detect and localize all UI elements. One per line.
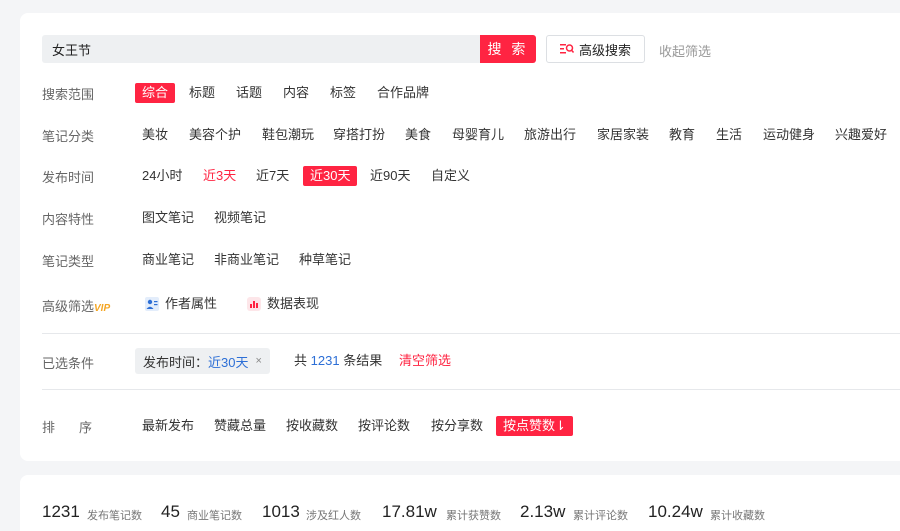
stat-label: 累计获赞数 (446, 510, 501, 522)
scope-option-brand[interactable]: 合作品牌 (377, 83, 429, 103)
stat-value: 2.13w (520, 502, 566, 521)
scope-option-content[interactable]: 内容 (283, 83, 309, 103)
time-option-custom[interactable]: 自定义 (431, 166, 470, 186)
category-option[interactable]: 美食 (405, 125, 431, 145)
stat-label: 商业笔记数 (187, 510, 242, 522)
type-label: 笔记类型 (42, 254, 95, 269)
stat-value: 1231 (42, 502, 80, 521)
advanced-search-button[interactable]: 高级搜索 (546, 35, 645, 63)
type-option-seeding[interactable]: 种草笔记 (299, 250, 351, 270)
scope-option-title[interactable]: 标题 (189, 83, 215, 103)
time-option-24h[interactable]: 24小时 (142, 166, 182, 186)
sort-label: 排序 (42, 417, 92, 436)
result-suffix: 条结果 (343, 353, 383, 368)
sort-option-total[interactable]: 赞藏总量 (214, 416, 266, 436)
selected-chip-time: 发布时间： 近30天 × (135, 348, 270, 374)
stat-label: 涉及红人数 (306, 510, 361, 522)
time-option-90d[interactable]: 近90天 (370, 166, 410, 186)
content-option-image[interactable]: 图文笔记 (142, 208, 194, 228)
scope-label: 搜索范围 (42, 87, 95, 102)
type-option-commercial[interactable]: 商业笔记 (142, 250, 194, 270)
category-option[interactable]: 美妆 (142, 125, 168, 145)
time-option-30d[interactable]: 近30天 (303, 166, 358, 186)
category-option[interactable]: 教育 (669, 125, 695, 145)
category-option[interactable]: 生活 (716, 125, 742, 145)
scope-option-all[interactable]: 综合 (135, 83, 176, 103)
author-attribute-filter[interactable]: 作者属性 (145, 294, 217, 314)
category-option[interactable]: 旅游出行 (524, 125, 576, 145)
divider (42, 389, 900, 390)
data-performance-filter[interactable]: 数据表现 (247, 294, 319, 314)
time-label: 发布时间 (42, 170, 95, 185)
category-option[interactable]: 母婴育儿 (452, 125, 504, 145)
chip-close-icon[interactable]: × (255, 355, 261, 367)
divider (42, 333, 900, 334)
stat-value: 45 (161, 502, 180, 521)
time-option-7d[interactable]: 近7天 (256, 166, 289, 186)
category-option[interactable]: 穿搭打扮 (333, 125, 385, 145)
category-option[interactable]: 美容个护 (189, 125, 241, 145)
result-number: 1231 (310, 353, 340, 368)
vip-badge: VIP (94, 303, 111, 314)
sort-option-collect[interactable]: 按收藏数 (286, 416, 338, 436)
advanced-filter-text: 高级筛选 (42, 299, 95, 314)
category-option[interactable]: 运动健身 (763, 125, 815, 145)
search-button[interactable]: 搜 索 (480, 35, 536, 63)
scope-option-topic[interactable]: 话题 (236, 83, 262, 103)
category-option[interactable]: 家居家装 (597, 125, 649, 145)
category-option[interactable]: 兴趣爱好 (835, 125, 887, 145)
category-label: 笔记分类 (42, 129, 95, 144)
type-option-noncommercial[interactable]: 非商业笔记 (214, 250, 279, 270)
stat-value: 10.24w (648, 502, 703, 521)
sort-label-b: 序 (79, 420, 93, 435)
stat-label: 累计评论数 (573, 510, 628, 522)
data-performance-label: 数据表现 (267, 296, 320, 311)
sort-option-newest[interactable]: 最新发布 (142, 416, 194, 436)
content-label: 内容特性 (42, 212, 95, 227)
advanced-search-icon (559, 44, 574, 54)
advanced-filter-label: 高级筛选VIP (42, 296, 110, 315)
clear-filter-link[interactable]: 清空筛选 (399, 351, 451, 371)
stat-label: 发布笔记数 (87, 510, 142, 522)
time-option-3d[interactable]: 近3天 (203, 166, 236, 186)
search-input[interactable] (42, 35, 480, 63)
chip-key: 发布时间： (143, 354, 209, 370)
data-chart-icon (247, 297, 261, 311)
result-prefix: 共 (294, 353, 308, 368)
author-attribute-label: 作者属性 (165, 296, 218, 311)
scope-option-tag[interactable]: 标签 (330, 83, 356, 103)
advanced-search-label: 高级搜索 (578, 42, 631, 58)
stat-value: 1013 (262, 502, 300, 521)
chip-value: 近30天 (208, 354, 249, 370)
result-count: 共 1231 条结果 (294, 351, 382, 371)
filter-panel (20, 13, 900, 461)
selected-conditions-label: 已选条件 (42, 356, 95, 371)
sort-option-share[interactable]: 按分享数 (431, 416, 483, 436)
stat-value: 17.81w (382, 502, 437, 521)
stat-label: 累计收藏数 (710, 510, 765, 522)
category-option[interactable]: 鞋包潮玩 (262, 125, 314, 145)
content-option-video[interactable]: 视频笔记 (214, 208, 266, 228)
sort-option-like[interactable]: 按点赞数⇂ (496, 416, 573, 436)
author-icon (145, 297, 159, 311)
search-bar: 搜 索 (42, 35, 536, 63)
sort-label-a: 排 (42, 420, 56, 435)
collapse-filter-link[interactable]: 收起筛选 (659, 41, 711, 60)
sort-option-comment[interactable]: 按评论数 (358, 416, 410, 436)
